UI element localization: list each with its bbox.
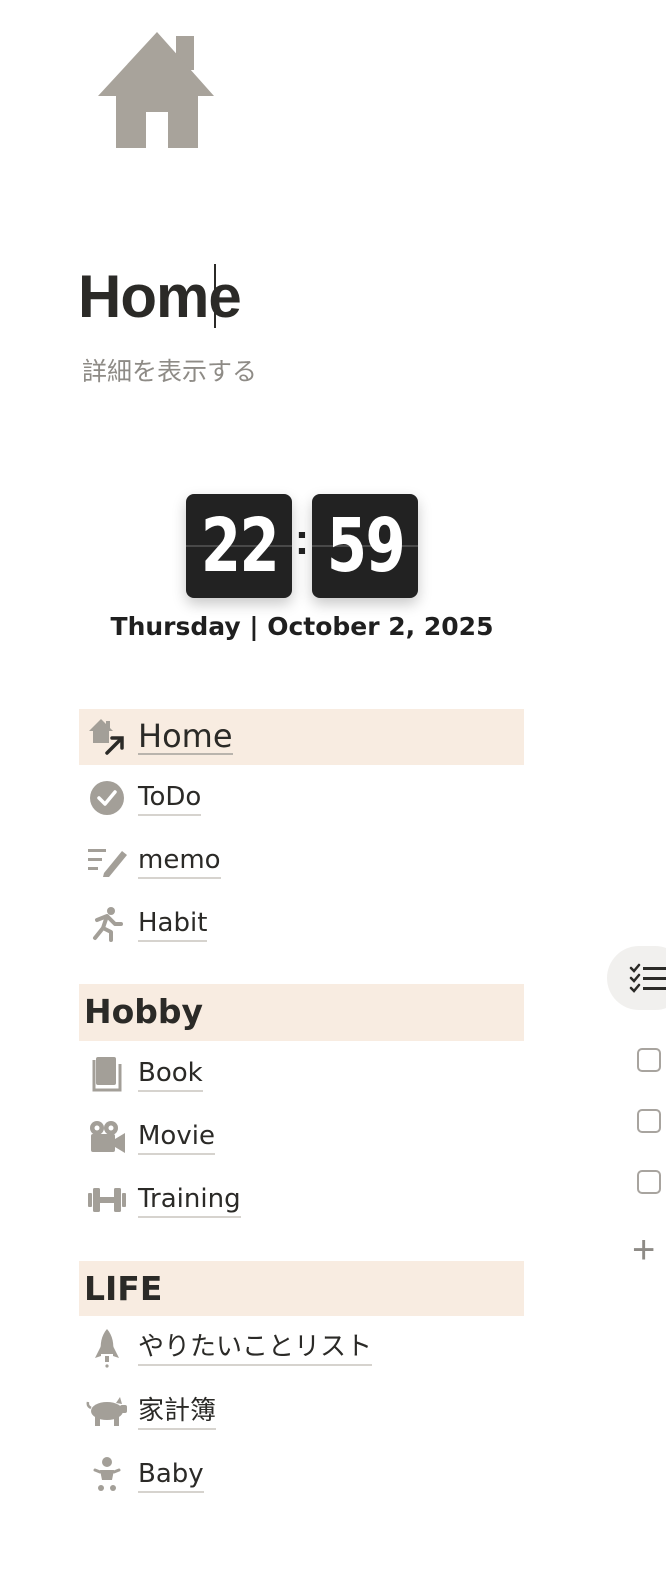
todo-checkbox[interactable] (637, 1170, 661, 1194)
dumbbell-icon (84, 1177, 130, 1223)
clock-minutes: 59 (312, 494, 418, 598)
section-title-hobby: Hobby (84, 992, 204, 1031)
baby-icon (84, 1452, 130, 1498)
nav-item-household-budget-label: 家計簿 (138, 1394, 217, 1430)
checkmark-circle-icon (84, 775, 130, 821)
nav-item-training-label: Training (138, 1182, 241, 1218)
nav-item-training[interactable]: Training (84, 1174, 241, 1226)
nav-item-movie-label: Movie (138, 1119, 215, 1155)
nav-item-todo-label: ToDo (138, 780, 202, 816)
note-pencil-icon (84, 838, 130, 884)
nav-item-home-label: Home (138, 717, 233, 755)
nav-item-memo[interactable]: memo (84, 835, 221, 887)
add-todo-plus-icon[interactable]: + (632, 1230, 655, 1270)
nav-item-wishlist-label: やりたいことリスト (138, 1330, 373, 1366)
house-icon[interactable] (96, 30, 218, 152)
todo-checkbox[interactable] (637, 1109, 661, 1133)
clock-date: Thursday | October 2, 2025 (110, 612, 494, 641)
nav-item-memo-label: memo (138, 843, 221, 879)
nav-item-baby[interactable]: Baby (84, 1449, 204, 1501)
page-title[interactable]: Home (78, 262, 242, 332)
rocket-icon (84, 1325, 130, 1371)
section-title-life: LIFE (84, 1269, 163, 1308)
running-person-icon (84, 901, 130, 947)
clock-hours-value: 22 (200, 503, 279, 589)
page-title-container[interactable]: Home (78, 262, 242, 332)
todo-checkbox[interactable] (637, 1048, 661, 1072)
todo-list-button[interactable] (607, 946, 666, 1010)
clock-minutes-value: 59 (326, 503, 405, 589)
clock-separator: : (294, 515, 310, 564)
nav-item-book-label: Book (138, 1056, 203, 1092)
nav-item-habit[interactable]: Habit (84, 898, 208, 950)
nav-item-baby-label: Baby (138, 1457, 204, 1493)
checklist-icon (629, 962, 666, 999)
nav-item-habit-label: Habit (138, 906, 208, 942)
book-icon (84, 1051, 130, 1097)
house-link-icon (84, 714, 130, 760)
piggy-bank-icon (84, 1389, 130, 1435)
text-cursor (214, 264, 216, 328)
movie-camera-icon (84, 1114, 130, 1160)
clock-hours: 22 (186, 494, 292, 598)
nav-item-movie[interactable]: Movie (84, 1111, 215, 1163)
nav-item-todo[interactable]: ToDo (84, 772, 202, 824)
nav-item-book[interactable]: Book (84, 1048, 203, 1100)
nav-item-wishlist[interactable]: やりたいことリスト (84, 1322, 373, 1374)
show-details-link[interactable]: 詳細を表示する (82, 352, 257, 388)
nav-item-home[interactable]: Home (84, 711, 233, 763)
nav-item-household-budget[interactable]: 家計簿 (84, 1386, 217, 1438)
